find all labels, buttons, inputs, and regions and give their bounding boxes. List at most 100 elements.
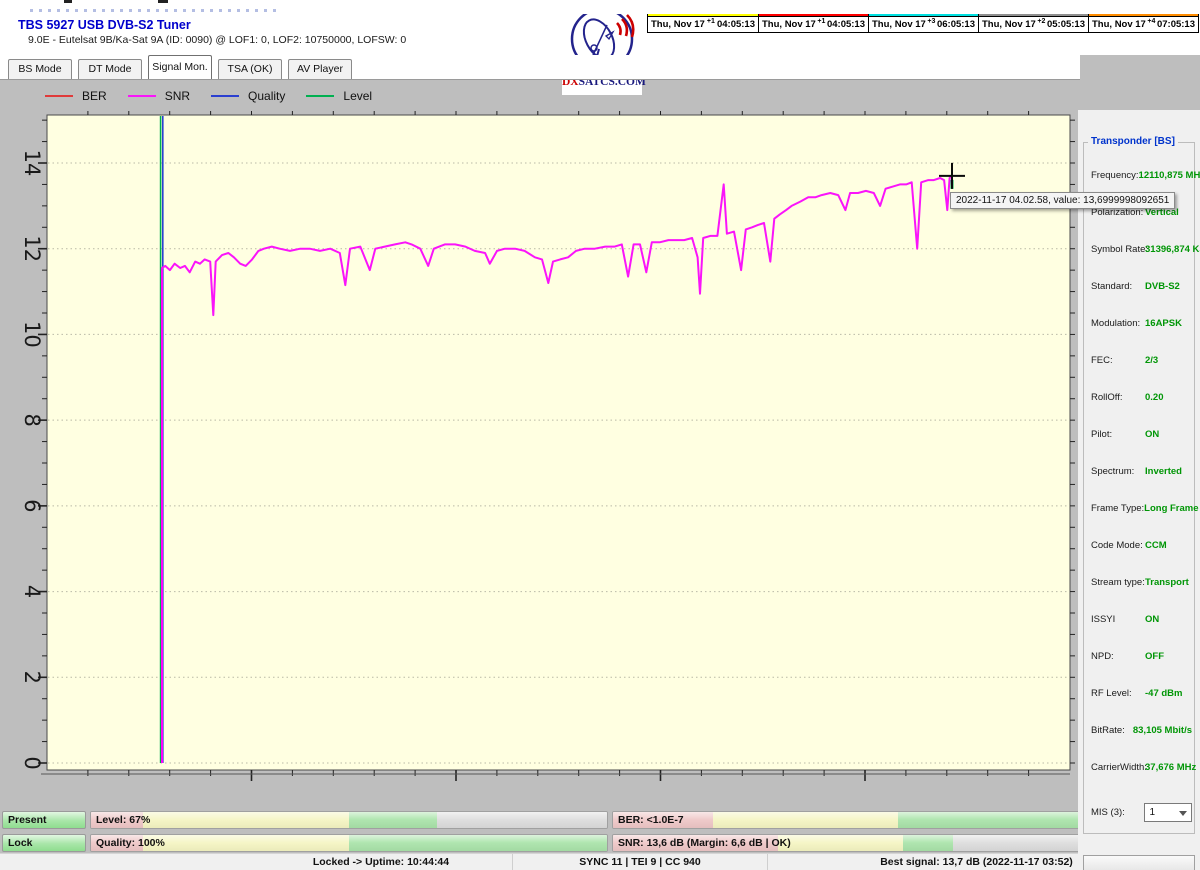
transponder-field-row: BitRate:83,105 Mbit/s (1084, 712, 1194, 749)
mis-dropdown[interactable]: 1 (1144, 803, 1192, 822)
transponder-fields: Frequency:12110,875 MHzPolarization:Vert… (1084, 157, 1194, 824)
transponder-field-row: Modulation:16APSK (1084, 305, 1194, 342)
svg-text:8: 8 (20, 413, 44, 426)
field-value: 0.20 (1145, 392, 1192, 403)
field-value: 16APSK (1145, 318, 1192, 329)
statusbar-sync: SYNC 11 | TEI 9 | CC 940 (512, 854, 767, 870)
progress-bar: Quality: 100% (90, 834, 608, 852)
clock-utc-offset: +1 (816, 18, 827, 25)
tab-tsa-ok-[interactable]: TSA (OK) (218, 59, 282, 79)
field-label: Symbol Rate: (1091, 244, 1145, 255)
clock-hms: 06:05:13 (937, 19, 975, 30)
field-value: Long Frame (1144, 503, 1198, 514)
field-label: RollOff: (1091, 392, 1145, 403)
dxsatcs-logo: DXSATCS.COM (562, 5, 642, 95)
field-label: Spectrum: (1091, 466, 1145, 477)
app-title: TBS 5927 USB DVB-S2 Tuner (18, 18, 191, 32)
field-value: Inverted (1145, 466, 1192, 477)
transponder-field-row: Symbol Rate:31396,874 KS/s (1084, 231, 1194, 268)
svg-text:0: 0 (20, 756, 44, 769)
clock-date: Thu, Nov 17 (1092, 19, 1146, 30)
mis-label: MIS (3): (1091, 807, 1144, 818)
field-label: Frame Type: (1091, 503, 1144, 514)
transponder-field-row: RF Level:-47 dBm (1084, 675, 1194, 712)
clock-time: Thu, Nov 17+306:05:13 (869, 17, 978, 32)
field-label: Standard: (1091, 281, 1145, 292)
tab-signal-mon-[interactable]: Signal Mon. (148, 55, 212, 79)
clock-date: Thu, Nov 17 (982, 19, 1036, 30)
transponder-field-row: Stream type:Transport (1084, 564, 1194, 601)
progress-segment (349, 835, 607, 851)
field-label: BitRate: (1091, 725, 1133, 736)
groupbox-title: Transponder [BS] (1088, 136, 1178, 147)
clipped-ui-fragment (158, 0, 168, 3)
field-label: Code Mode: (1091, 540, 1145, 551)
tab-dt-mode[interactable]: DT Mode (78, 59, 142, 79)
clock-time: Thu, Nov 17+104:05:13 (759, 17, 868, 32)
clipped-text-row (30, 9, 280, 12)
mis-row: MIS (3): 1 (1084, 800, 1194, 824)
clock-hms: 04:05:13 (827, 19, 865, 30)
field-value: ON (1145, 429, 1192, 440)
indicator-present: Present (2, 811, 86, 829)
transponder-field-row: NPD:OFF (1084, 638, 1194, 675)
clock-date: Thu, Nov 17 (651, 19, 705, 30)
clock-date: Thu, Nov 17 (872, 19, 926, 30)
tab-bs-mode[interactable]: BS Mode (8, 59, 72, 79)
mis-selected-value: 1 (1149, 807, 1155, 818)
field-label: CarrierWidth: (1091, 762, 1145, 773)
tab-av-player[interactable]: AV Player (288, 59, 352, 79)
clock-utc-offset: +2 (1036, 18, 1047, 25)
header: TBS 5927 USB DVB-S2 Tuner 9.0E - Eutelsa… (0, 14, 1200, 55)
progress-segment (143, 812, 349, 828)
clock-time: Thu, Nov 17+104:05:13 (648, 17, 758, 32)
progress-segment (713, 812, 898, 828)
progress-segment (903, 835, 953, 851)
indicator-lock: Lock (2, 834, 86, 852)
transponder-sidebar: Transponder [BS] Frequency:12110,875 MHz… (1078, 110, 1200, 870)
svg-text:12: 12 (20, 235, 44, 262)
progress-label: BER: <1.0E-7 (618, 812, 684, 828)
svg-text:14: 14 (20, 150, 44, 177)
clock-date: Thu, Nov 17 (762, 19, 816, 30)
progress-label: Level: 67% (96, 812, 150, 828)
progress-segment (349, 812, 437, 828)
field-value: DVB-S2 (1145, 281, 1192, 292)
clipped-ui-fragment (64, 0, 72, 3)
signal-bar-row: PresentLevel: 67%BER: <1.0E-7Input (~21,… (2, 811, 1200, 829)
svg-text:6: 6 (20, 499, 44, 512)
field-value: 37,676 MHz (1145, 762, 1196, 773)
clock-time: Thu, Nov 17+205:05:13 (979, 17, 1088, 32)
signal-status-bars: PresentLevel: 67%BER: <1.0E-7Input (~21,… (0, 806, 1200, 853)
field-label: RF Level: (1091, 688, 1145, 699)
progress-label: Quality: 100% (96, 835, 165, 851)
tab-bar: BS Mode DT Mode Signal Mon. TSA (OK) AV Play… (0, 55, 1080, 80)
signal-chart-panel: BERSNRQualityLevel 02468101214 (0, 80, 1078, 806)
svg-text:2: 2 (20, 671, 44, 684)
field-value: Transport (1145, 577, 1192, 588)
transponder-list-button[interactable] (1083, 855, 1195, 870)
progress-segment (778, 835, 903, 851)
transponder-field-row: ISSYION (1084, 601, 1194, 638)
chart-tooltip: 2022-11-17 04.02.58, value: 13,699999809… (950, 192, 1175, 209)
transponder-field-row: Frame Type:Long Frame (1084, 490, 1194, 527)
status-bar: Locked -> Uptime: 10:44:44 SYNC 11 | TEI… (0, 853, 1200, 870)
clock-hms: 04:05:13 (717, 19, 755, 30)
svg-text:4: 4 (20, 585, 44, 598)
field-value: -47 dBm (1145, 688, 1192, 699)
field-value: 31396,874 KS/s (1145, 244, 1200, 255)
field-value: 2/3 (1145, 355, 1192, 366)
signal-chart: 02468101214 (5, 80, 1078, 806)
transponder-field-row: Code Mode:CCM (1084, 527, 1194, 564)
clock-hms: 05:05:13 (1047, 19, 1085, 30)
transponder-field-row: RollOff:0.20 (1084, 379, 1194, 416)
field-label: Modulation: (1091, 318, 1145, 329)
field-value: OFF (1145, 651, 1192, 662)
progress-segment (143, 835, 349, 851)
chevron-down-icon (1179, 811, 1187, 816)
progress-bar: SNR: 13,6 dB (Margin: 6,6 dB | OK) (612, 834, 1114, 852)
field-label: ISSYI (1091, 614, 1145, 625)
field-label: Stream type: (1091, 577, 1145, 588)
transponder-groupbox: Transponder [BS] Frequency:12110,875 MHz… (1083, 142, 1195, 834)
app-window: TBS 5927 USB DVB-S2 Tuner 9.0E - Eutelsa… (0, 0, 1200, 870)
